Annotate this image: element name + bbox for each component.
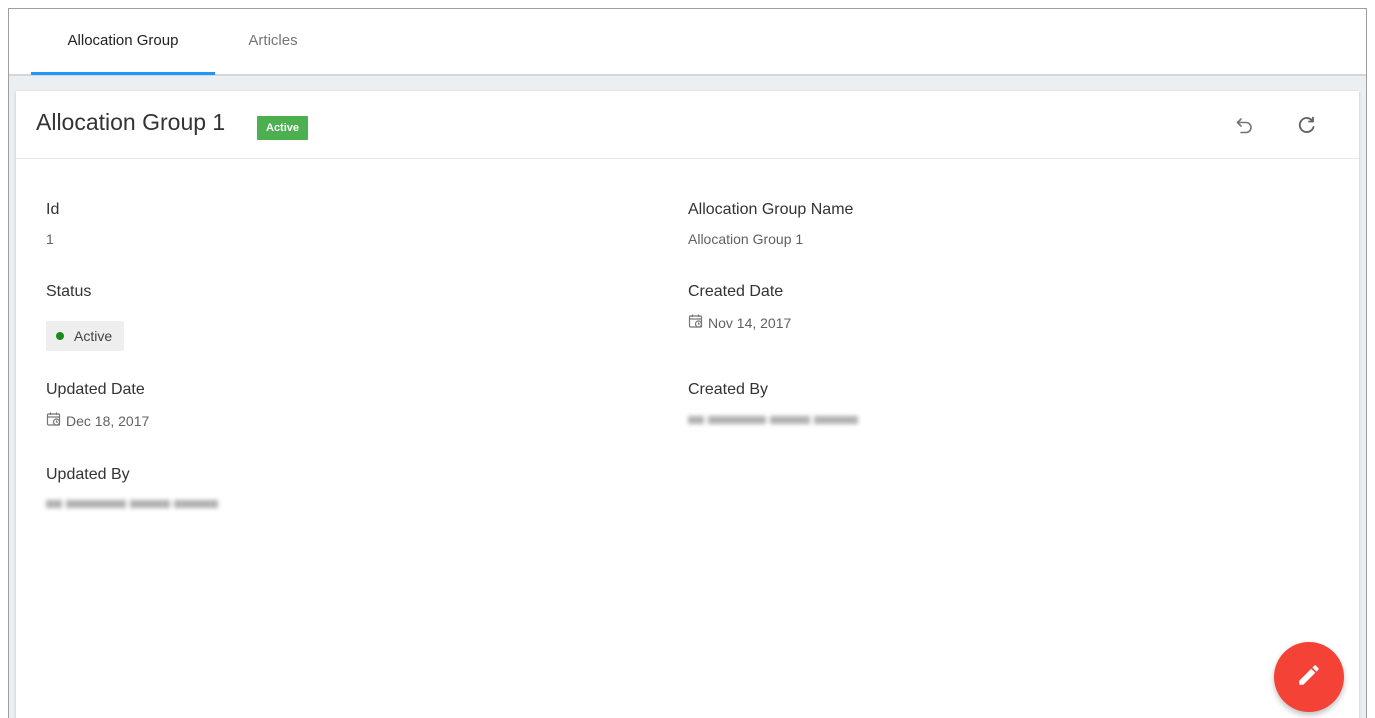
id-value: 1 bbox=[46, 231, 54, 247]
status-chip: Active bbox=[46, 321, 125, 351]
detail-card: Allocation Group 1 Active Id 1 Status Ac… bbox=[16, 91, 1359, 718]
undo-icon bbox=[1231, 118, 1259, 143]
status-label: Status bbox=[46, 283, 92, 300]
status-value: Active bbox=[74, 328, 113, 344]
updated-by-label: Updated By bbox=[46, 466, 130, 483]
created-date-label: Created Date bbox=[688, 283, 784, 300]
active-tab-indicator bbox=[31, 72, 215, 75]
id-label: Id bbox=[46, 201, 60, 218]
updated-by-value-redacted bbox=[46, 497, 222, 511]
status-badge: Active bbox=[257, 116, 309, 140]
app-frame: Allocation Group Articles Allocation Gro… bbox=[8, 8, 1367, 718]
updated-date-label: Updated Date bbox=[46, 381, 145, 398]
created-by-value-redacted bbox=[688, 413, 860, 427]
created-date-value: Nov 14, 2017 bbox=[688, 313, 791, 332]
page-title: Allocation Group 1 bbox=[36, 109, 226, 135]
created-by-label: Created By bbox=[688, 381, 769, 398]
card-header: Allocation Group 1 Active bbox=[16, 91, 1359, 159]
calendar-icon bbox=[46, 411, 62, 430]
edit-fab-button[interactable] bbox=[1274, 642, 1344, 712]
updated-date-text: Dec 18, 2017 bbox=[66, 412, 150, 429]
tab-articles[interactable]: Articles bbox=[225, 9, 321, 76]
name-label: Allocation Group Name bbox=[688, 201, 854, 218]
refresh-button[interactable] bbox=[1293, 111, 1321, 139]
undo-button[interactable] bbox=[1231, 111, 1259, 139]
name-value: Allocation Group 1 bbox=[688, 231, 804, 247]
refresh-icon bbox=[1293, 116, 1321, 143]
created-date-text: Nov 14, 2017 bbox=[708, 314, 792, 331]
tab-allocation-group[interactable]: Allocation Group bbox=[31, 9, 215, 76]
tab-bar: Allocation Group Articles bbox=[9, 9, 1366, 76]
status-dot bbox=[56, 332, 64, 340]
calendar-icon bbox=[688, 313, 704, 332]
edit-icon bbox=[1296, 662, 1322, 693]
updated-date-value: Dec 18, 2017 bbox=[46, 411, 149, 430]
